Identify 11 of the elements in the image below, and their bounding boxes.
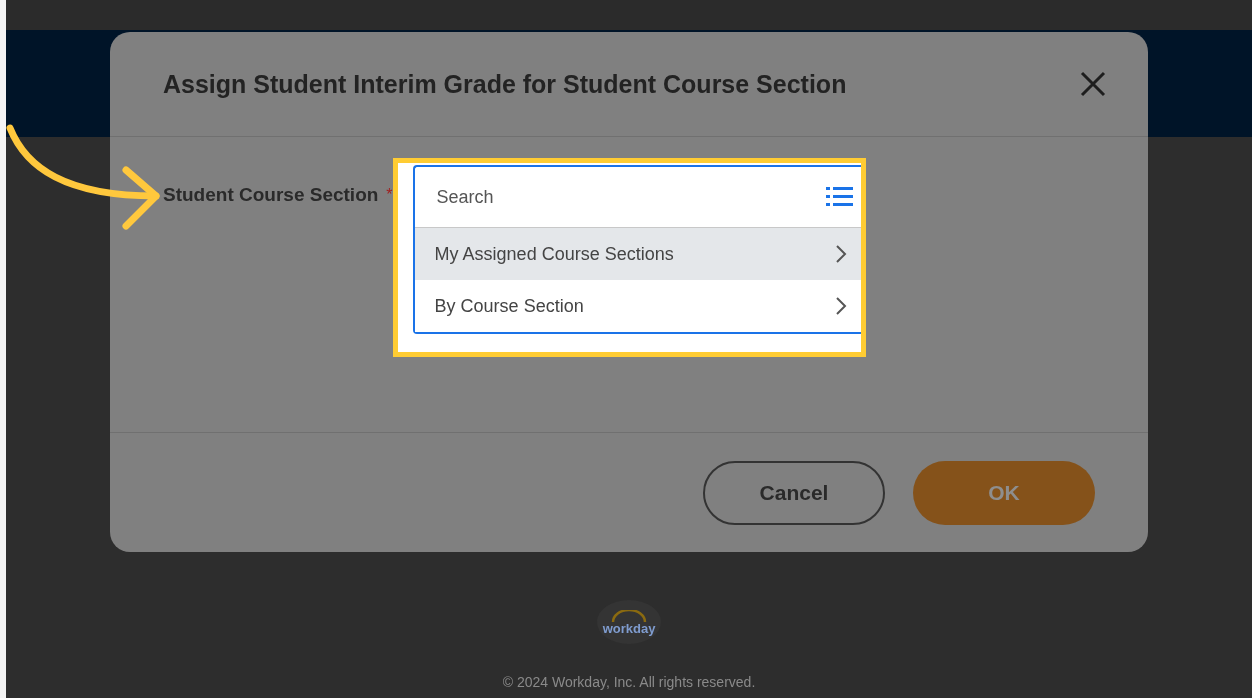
required-mark: * (386, 186, 393, 204)
logo: workday (597, 600, 661, 644)
copyright-text: © 2024 Workday, Inc. All rights reserved. (502, 674, 756, 690)
list-icon[interactable] (824, 185, 855, 209)
chevron-icon (834, 244, 847, 264)
search-field[interactable]: Search (434, 185, 825, 209)
cancel-button[interactable]: Cancel (703, 460, 885, 525)
dropdown-option[interactable]: My Assigned Course Sections (414, 228, 861, 280)
field-label: Student Course Section (163, 184, 379, 206)
chevron-icon (834, 296, 847, 316)
dialog-title: Assign Student Interim Grade for Student Course Section (163, 69, 847, 99)
